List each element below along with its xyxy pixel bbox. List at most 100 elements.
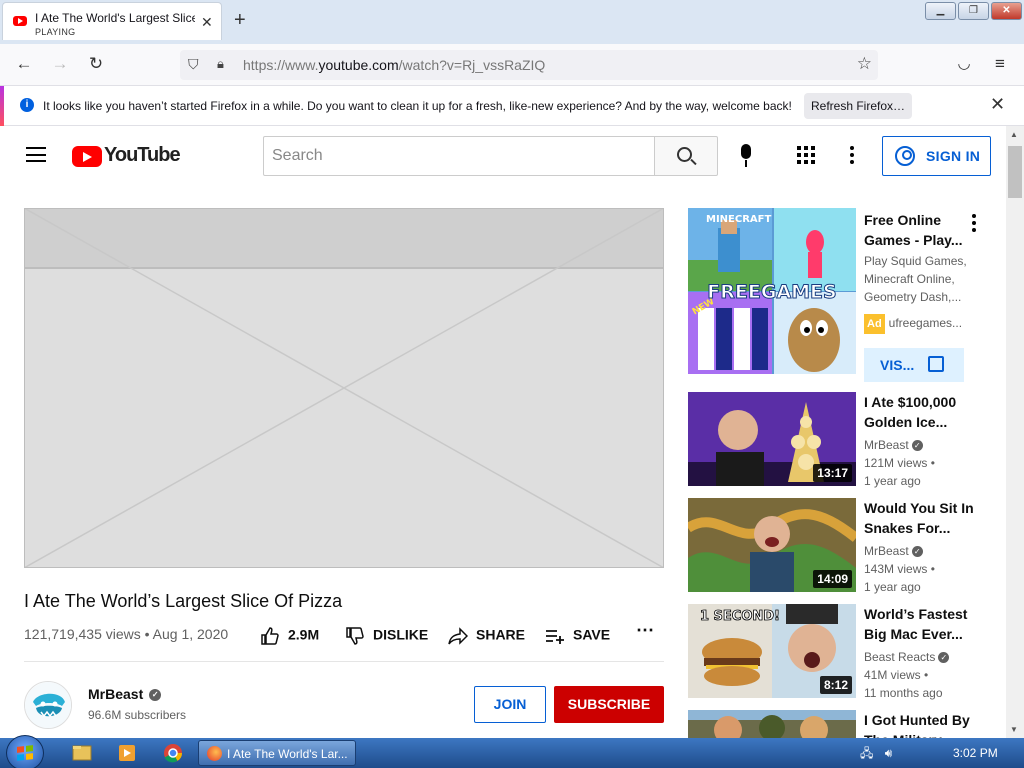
reload-icon[interactable]: ↻ — [85, 54, 107, 74]
svg-text:FREEGAMES: FREEGAMES — [707, 281, 836, 303]
youtube-logo-icon[interactable] — [72, 146, 102, 167]
related-video-thumbnail[interactable]: 14:09 — [688, 498, 856, 592]
minimize-button[interactable]: ▁ — [925, 2, 956, 20]
ad-description: Play Squid Games, Minecraft Online, Geom… — [864, 254, 967, 304]
notification-close-icon[interactable]: ✕ — [990, 94, 1005, 115]
lock-icon[interactable]: 🔒︎ — [217, 56, 224, 72]
related-video-views: 41M views • — [864, 668, 929, 682]
tracking-protection-shield-icon[interactable]: ⛉ — [188, 56, 199, 73]
related-video-channel[interactable]: MrBeast ✓ — [864, 542, 974, 560]
file-explorer-icon[interactable] — [62, 741, 102, 765]
page-scrollbar[interactable]: ▲ ▼ — [1006, 126, 1024, 738]
youtube-logo-text[interactable]: YouTube — [104, 144, 181, 167]
new-tab-icon[interactable]: + — [234, 9, 246, 32]
related-video-title[interactable]: World’s Fastest Big Mac Ever... — [864, 604, 974, 644]
search-icon — [677, 147, 692, 162]
tab-playing-label: PLAYING — [35, 27, 76, 37]
related-video-title[interactable]: Would You Sit In Snakes For... — [864, 498, 974, 538]
ad-badge: Ad — [864, 314, 885, 334]
windows-logo-icon — [17, 745, 33, 761]
sign-in-button[interactable]: SIGN IN — [882, 136, 991, 176]
thumbs-up-icon — [261, 627, 279, 645]
network-icon[interactable]: 🖧︎ — [860, 746, 873, 760]
related-video-title[interactable]: I Got Hunted By The Military... — [864, 710, 974, 738]
refresh-firefox-button[interactable]: Refresh Firefox… — [804, 93, 912, 119]
refresh-notification-bar: i It looks like you haven’t started Fire… — [0, 86, 1024, 126]
media-player-icon[interactable] — [107, 741, 147, 765]
system-tray[interactable]: 🖧︎ 🔊︎ — [860, 744, 892, 765]
related-video-age: 1 year ago — [864, 474, 921, 488]
restore-button[interactable]: ❐ — [958, 2, 989, 20]
like-button[interactable]: 2.9M — [260, 626, 319, 646]
video-player[interactable] — [24, 208, 664, 568]
pocket-icon[interactable]: ◡ — [953, 54, 975, 72]
guide-menu-icon[interactable] — [26, 147, 46, 162]
scroll-down-icon[interactable]: ▼ — [1010, 725, 1018, 734]
scroll-up-icon[interactable]: ▲ — [1010, 130, 1018, 139]
ad-thumbnail-art: MINECRAFT NEW FREEGAMES — [688, 208, 856, 374]
firefox-taskbar-button[interactable]: I Ate The World's Lar... — [198, 740, 356, 766]
external-link-icon — [928, 356, 944, 372]
more-actions-icon[interactable]: ⋯ — [636, 620, 654, 640]
related-video-channel[interactable]: MrBeast ✓ — [864, 436, 974, 454]
apps-grid-icon[interactable] — [797, 146, 815, 164]
playlist-add-icon — [546, 630, 564, 644]
account-icon — [895, 146, 915, 166]
tab-title: I Ate The World's Largest Slice Of Pizza… — [35, 11, 195, 25]
related-video-thumbnail[interactable]: 1 SECOND! 8:12 — [688, 604, 856, 698]
share-arrow-icon — [448, 627, 468, 645]
related-video-thumbnail[interactable]: 13:17 — [688, 392, 856, 486]
clock[interactable]: 3:02 PM — [953, 746, 998, 760]
verified-icon: ✓ — [911, 546, 923, 558]
ad-more-icon[interactable] — [972, 214, 978, 235]
search-input[interactable]: Search — [263, 136, 655, 176]
join-button[interactable]: JOIN — [474, 686, 546, 723]
video-duration: 13:17 — [813, 464, 852, 482]
voice-search-icon[interactable] — [736, 144, 756, 170]
scrollbar-thumb[interactable] — [1008, 146, 1022, 198]
visit-site-button[interactable]: VIS... — [864, 348, 964, 382]
verified-icon: ✓ — [938, 652, 950, 664]
related-video-views: 143M views • — [864, 562, 935, 576]
subscribe-button[interactable]: SUBSCRIBE — [554, 686, 664, 723]
related-video-channel[interactable]: Beast Reacts ✓ — [864, 648, 974, 666]
share-button[interactable]: SHARE — [448, 626, 525, 646]
verified-icon: ✓ — [911, 440, 923, 452]
tab-close-icon[interactable]: ✕ — [201, 14, 213, 31]
dislike-button[interactable]: DISLIKE — [345, 626, 428, 646]
ad-title[interactable]: Free Online Games - Play... — [864, 210, 974, 250]
start-button[interactable] — [6, 735, 44, 768]
avatar[interactable] — [24, 681, 72, 729]
tab-strip: I Ate The World's Largest Slice Of Pizza… — [0, 0, 1024, 44]
ad-thumbnail[interactable]: MINECRAFT NEW FREEGAMES — [688, 208, 856, 374]
navigation-toolbar: ← → ↻ ⛉ 🔒︎ https://www.youtube.com/watch… — [0, 44, 1024, 86]
related-video-title[interactable]: I Ate $100,000 Golden Ice... — [864, 392, 974, 432]
save-button[interactable]: SAVE — [545, 626, 610, 646]
url-text[interactable]: https://www.youtube.com/watch?v=Rj_vssRa… — [243, 57, 545, 73]
volume-icon[interactable]: 🔊︎ — [885, 746, 893, 760]
settings-more-icon[interactable] — [850, 146, 856, 167]
notification-message: It looks like you haven’t started Firefo… — [43, 99, 792, 113]
chrome-icon[interactable] — [153, 741, 193, 765]
bookmark-star-icon[interactable]: ☆ — [857, 54, 872, 74]
close-window-button[interactable]: ✕ — [991, 2, 1022, 20]
address-bar[interactable]: ⛉ 🔒︎ https://www.youtube.com/watch?v=Rj_… — [180, 50, 878, 80]
video-title: I Ate The World’s Largest Slice Of Pizza — [24, 591, 343, 611]
youtube-masthead: YouTube Search SIGN IN — [0, 126, 1006, 184]
channel-name[interactable]: MrBeast ✓ — [88, 686, 162, 702]
divider — [24, 661, 664, 662]
related-video-age: 11 months ago — [864, 686, 943, 700]
browser-tab-active[interactable]: I Ate The World's Largest Slice Of Pizza… — [2, 2, 222, 40]
window-controls: ▁ ❐ ✕ — [925, 2, 1022, 20]
video-views-date: 121,719,435 views • Aug 1, 2020 — [24, 626, 229, 642]
thumbnail-art — [688, 710, 856, 738]
back-icon[interactable]: ← — [13, 54, 35, 74]
forward-icon[interactable]: → — [49, 54, 71, 74]
app-menu-icon[interactable]: ≡ — [989, 54, 1011, 74]
related-video-thumbnail[interactable] — [688, 710, 856, 738]
ad-sponsor: Ad ufreegames... — [864, 314, 974, 334]
svg-text:1 SECOND!: 1 SECOND! — [700, 609, 780, 624]
svg-text:MINECRAFT: MINECRAFT — [706, 214, 771, 225]
search-button[interactable] — [654, 136, 718, 176]
thumbs-down-icon — [346, 627, 364, 645]
